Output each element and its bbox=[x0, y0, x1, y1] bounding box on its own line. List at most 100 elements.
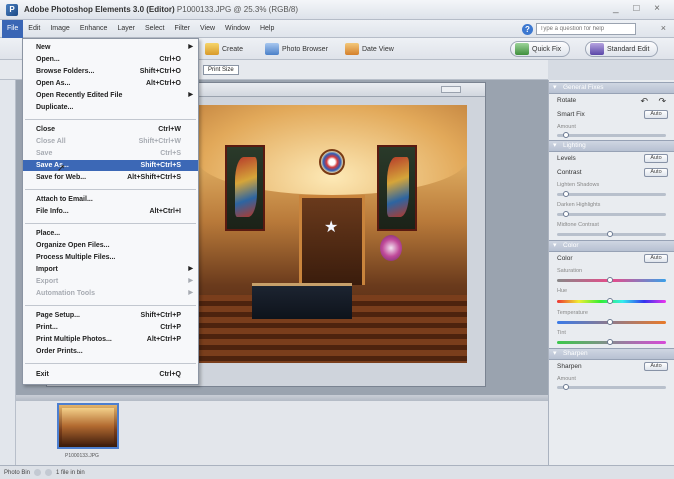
menu-item-duplicate[interactable]: Duplicate... bbox=[23, 102, 198, 113]
menu-filter[interactable]: Filter bbox=[169, 20, 195, 38]
mouse-cursor-icon: ➚ bbox=[57, 163, 66, 174]
menu-item-save-for-web[interactable]: Save for Web... Alt+Shift+Ctrl+S bbox=[23, 172, 198, 183]
contrast-row: Contrast Auto bbox=[549, 166, 674, 180]
bin-forward-icon[interactable] bbox=[45, 469, 53, 476]
menu-item-import[interactable]: Import ▶ bbox=[23, 264, 198, 275]
lighting-header[interactable]: Lighting bbox=[549, 140, 674, 152]
submenu-arrow-icon: ▶ bbox=[188, 278, 193, 284]
file-menu-dropdown: New ▶ Open... Ctrl+O Browse Folders... Shif… bbox=[22, 38, 199, 385]
menu-item-place[interactable]: Place... bbox=[23, 228, 198, 239]
saturation-thumb[interactable] bbox=[607, 277, 613, 283]
smart-fix-amount-label: Amount bbox=[557, 124, 576, 130]
rotate-right-icon[interactable]: ↷ bbox=[658, 94, 666, 108]
sharpen-thumb[interactable] bbox=[563, 384, 569, 390]
submenu-arrow-icon: ▶ bbox=[188, 92, 193, 98]
photo-bin: P1000133.JPG bbox=[16, 401, 548, 465]
sharpen-slider[interactable] bbox=[557, 386, 666, 389]
temperature-label: Temperature bbox=[557, 310, 588, 316]
photo-browser-button[interactable]: Photo Browser bbox=[265, 42, 328, 56]
menu-file[interactable]: File bbox=[2, 19, 24, 38]
menu-window[interactable]: Window bbox=[220, 20, 255, 38]
temperature-thumb[interactable] bbox=[607, 319, 613, 325]
quick-fix-button[interactable]: Quick Fix bbox=[510, 41, 571, 57]
menu-item-close[interactable]: Close Ctrl+W bbox=[23, 124, 198, 135]
photoshop-elements-icon: P bbox=[6, 3, 18, 16]
left-banner bbox=[225, 145, 265, 231]
menu-enhance[interactable]: Enhance bbox=[75, 20, 113, 38]
menu-layer[interactable]: Layer bbox=[112, 20, 140, 38]
create-button[interactable]: Create bbox=[205, 42, 243, 56]
menu-item-new[interactable]: New ▶ bbox=[23, 42, 198, 53]
date-view-button[interactable]: Date View bbox=[345, 42, 394, 56]
menu-item-print[interactable]: Print... Ctrl+P bbox=[23, 322, 198, 333]
menu-item-attach-email[interactable]: Attach to Email... bbox=[23, 194, 198, 205]
window-controls[interactable]: _ □ × bbox=[613, 3, 666, 14]
sharpen-amount-label: Amount bbox=[557, 376, 576, 382]
darken-highlights-thumb[interactable] bbox=[563, 211, 569, 217]
menu-separator bbox=[25, 305, 196, 306]
midtone-contrast-thumb[interactable] bbox=[607, 231, 613, 237]
photo-bin-toggle[interactable]: Photo Bin bbox=[4, 470, 30, 476]
menu-item-open-as[interactable]: Open As... Alt+Ctrl+O bbox=[23, 78, 198, 89]
menu-item-page-setup[interactable]: Page Setup... Shift+Ctrl+P bbox=[23, 310, 198, 321]
menu-item-organize-open-files[interactable]: Organize Open Files... bbox=[23, 240, 198, 251]
menu-item-exit[interactable]: Exit Ctrl+Q bbox=[23, 369, 198, 380]
altar-doorway bbox=[299, 195, 365, 285]
sharpen-row: Sharpen Auto bbox=[549, 360, 674, 374]
menu-image[interactable]: Image bbox=[45, 20, 74, 38]
submenu-arrow-icon: ▶ bbox=[188, 290, 193, 296]
menu-item-open-recent[interactable]: Open Recently Edited File ▶ bbox=[23, 90, 198, 101]
general-fixes-header[interactable]: General Fixes bbox=[549, 82, 674, 94]
menu-item-export: Export ▶ bbox=[36, 278, 193, 285]
tint-label: Tint bbox=[557, 330, 566, 336]
standard-edit-button[interactable]: Standard Edit bbox=[585, 41, 659, 57]
title-bar: P Adobe Photoshop Elements 3.0 (Editor) … bbox=[0, 0, 674, 20]
sharpen-auto-button[interactable]: Auto bbox=[644, 362, 668, 371]
levels-auto-button[interactable]: Auto bbox=[644, 154, 668, 163]
hue-thumb[interactable] bbox=[607, 298, 613, 304]
contrast-auto-button[interactable]: Auto bbox=[644, 168, 668, 177]
thumbnail-label: P1000133.JPG bbox=[65, 453, 99, 459]
menu-separator bbox=[25, 189, 196, 190]
menu-item-file-info[interactable]: File Info... Alt+Ctrl+I bbox=[23, 206, 198, 217]
sharpen-header[interactable]: Sharpen bbox=[549, 348, 674, 360]
lighten-shadows-slider[interactable] bbox=[557, 193, 666, 196]
menu-separator bbox=[25, 223, 196, 224]
color-header[interactable]: Color bbox=[549, 240, 674, 252]
menu-item-order-prints[interactable]: Order Prints... bbox=[23, 346, 198, 357]
menu-select[interactable]: Select bbox=[140, 20, 169, 38]
bin-back-icon[interactable] bbox=[34, 469, 42, 476]
smart-fix-slider-thumb[interactable] bbox=[563, 132, 569, 138]
church-photo[interactable]: ★ bbox=[197, 105, 467, 363]
menu-item-save-as[interactable]: Save As... Shift+Ctrl+S bbox=[23, 160, 198, 171]
rose-window bbox=[319, 149, 345, 175]
app-title: Adobe Photoshop Elements 3.0 (Editor) bbox=[24, 5, 175, 14]
menu-item-print-multiple[interactable]: Print Multiple Photos... Alt+Ctrl+P bbox=[23, 334, 198, 345]
tint-thumb[interactable] bbox=[607, 339, 613, 345]
lighten-shadows-thumb[interactable] bbox=[563, 191, 569, 197]
help-search-input[interactable] bbox=[536, 23, 636, 35]
create-icon bbox=[205, 43, 219, 55]
saturation-label: Saturation bbox=[557, 268, 583, 274]
menu-item-open[interactable]: Open... Ctrl+O bbox=[23, 54, 198, 65]
print-size-button[interactable]: Print Size bbox=[203, 65, 239, 75]
bin-file-count: 1 file in bin bbox=[56, 469, 85, 476]
menu-item-close-all: Close All Shift+Ctrl+W bbox=[36, 138, 181, 145]
document-minimize-button[interactable] bbox=[441, 86, 461, 93]
menu-item-browse-folders[interactable]: Browse Folders... Shift+Ctrl+O bbox=[23, 66, 198, 77]
menu-help[interactable]: Help bbox=[255, 20, 279, 38]
flower-arrangement bbox=[380, 235, 402, 261]
menu-view[interactable]: View bbox=[195, 20, 220, 38]
rotate-left-icon[interactable]: ↶ bbox=[640, 94, 648, 108]
menu-edit[interactable]: Edit bbox=[23, 20, 45, 38]
help-icon: ? bbox=[522, 23, 533, 35]
menu-item-process-multiple[interactable]: Process Multiple Files... bbox=[23, 252, 198, 263]
smart-fix-slider[interactable] bbox=[557, 134, 666, 137]
right-banner bbox=[377, 145, 417, 231]
darken-highlights-slider[interactable] bbox=[557, 213, 666, 216]
color-auto-button[interactable]: Auto bbox=[644, 254, 668, 263]
photo-browser-icon bbox=[265, 43, 279, 55]
document-close-button[interactable]: × bbox=[661, 23, 666, 33]
smart-fix-auto-button[interactable]: Auto bbox=[644, 110, 668, 119]
photo-bin-thumbnail[interactable] bbox=[57, 403, 119, 449]
